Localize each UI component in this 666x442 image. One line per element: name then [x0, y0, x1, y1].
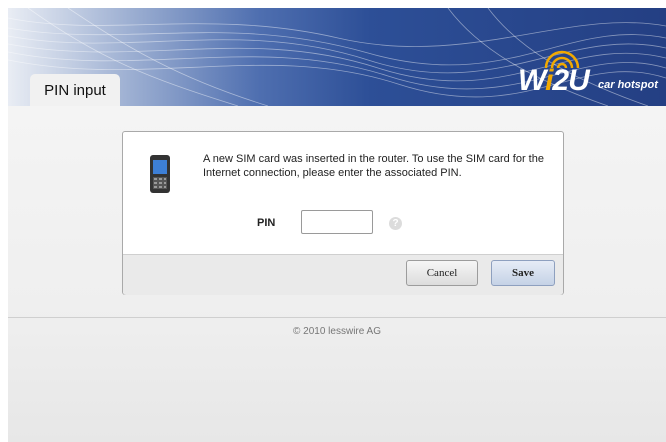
pin-input[interactable]	[301, 210, 373, 234]
wi2u-logo: Wi2U car hotspot	[516, 46, 666, 100]
logo-subtext: car hotspot	[598, 79, 658, 91]
cancel-button[interactable]: Cancel	[406, 260, 478, 286]
pin-dialog: A new SIM card was inserted in the route…	[122, 131, 564, 295]
save-button[interactable]: Save	[491, 260, 555, 286]
help-icon[interactable]: ?	[389, 217, 402, 230]
phone-icon	[150, 155, 170, 193]
pin-label: PIN	[257, 217, 276, 229]
tab-pin-input[interactable]: PIN input	[30, 74, 120, 106]
logo-text: Wi2U	[518, 64, 590, 97]
page-frame: PIN input Wi2U car hotspot A new SIM car…	[8, 8, 666, 442]
header-banner: PIN input Wi2U car hotspot	[8, 8, 666, 106]
footer-divider	[8, 317, 666, 318]
sim-message: A new SIM card was inserted in the route…	[203, 153, 544, 179]
copyright-text: © 2010 lesswire AG	[293, 326, 381, 337]
